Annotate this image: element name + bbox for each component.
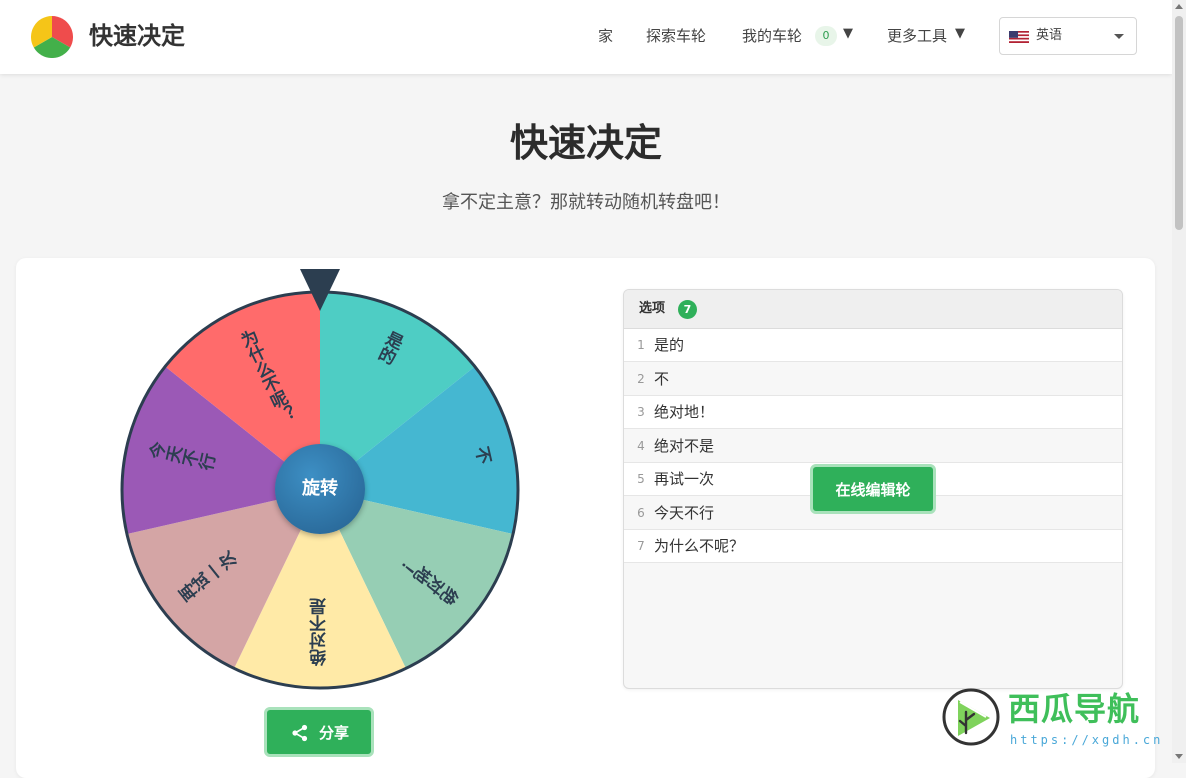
page-subtitle: 拿不定主意？那就转动随机转盘吧！ [442,192,730,213]
option-row[interactable]: 1 是的 [624,329,1122,362]
wheel-segment-label: 绝对不是 [310,597,331,667]
edit-wheel-online-button[interactable]: 在线编辑轮 [810,464,936,514]
option-text: 绝对不是 [654,436,715,455]
spin-button[interactable]: 旋转 [275,444,365,534]
option-text: 是的 [654,336,685,354]
options-header: 选项 7 [624,290,1122,329]
nav-home[interactable]: 家 [598,25,613,47]
nav-more-tools[interactable]: 更多工具 [887,25,947,47]
share-icon [292,724,308,742]
option-number: 2 [637,371,645,386]
scroll-down-arrow-icon[interactable] [1175,754,1183,759]
page-title: 快速决定 [509,121,662,165]
option-row[interactable]: 3 绝对地！ [624,396,1122,429]
scroll-up-arrow-icon[interactable] [1175,4,1183,9]
chevron-down-icon [1114,34,1124,39]
us-flag-icon [1009,31,1029,43]
option-text: 为什么不呢？ [654,537,745,555]
option-text: 不 [654,369,670,388]
logo-pie-icon[interactable] [31,16,73,58]
nav-explore-wheels[interactable]: 探索车轮 [646,25,706,47]
options-count-badge: 7 [678,300,697,319]
watermark-title: 西瓜导航 [1008,690,1141,728]
language-select[interactable]: 英语 [999,17,1137,55]
share-button[interactable]: 分享 [264,707,374,757]
option-number: 7 [637,539,645,553]
option-number: 3 [637,405,645,419]
my-wheels-caret-icon[interactable]: ▼ [843,26,853,41]
watermelon-logo-icon [942,688,1000,746]
more-tools-caret-icon[interactable]: ▼ [955,26,965,41]
watermark: 西瓜导航 https://xgdh.cn [940,685,1172,755]
language-label: 英语 [1036,28,1063,43]
share-label: 分享 [319,724,350,742]
options-title: 选项 [639,301,666,316]
option-text: 再试一次 [654,470,715,488]
watermark-url: https://xgdh.cn [1010,733,1164,747]
option-number: 5 [637,472,645,486]
scroll-thumb[interactable] [1175,16,1183,230]
my-wheels-count-badge: 0 [815,26,837,46]
option-row[interactable]: 7 为什么不呢？ [624,530,1122,563]
top-header: 快速决定 家 探索车轮 我的车轮 0 ▼ 更多工具 ▼ 英语 [0,0,1172,74]
option-row[interactable]: 4 绝对不是 [624,429,1122,463]
option-text: 今天不行 [654,503,715,522]
brand-name[interactable]: 快速决定 [89,20,185,52]
option-text: 绝对地！ [654,403,715,421]
nav-my-wheels[interactable]: 我的车轮 [742,25,802,47]
option-number: 6 [637,505,645,520]
option-number: 1 [637,338,645,352]
option-row[interactable]: 2不 [624,362,1122,396]
page-scrollbar[interactable] [1172,0,1186,763]
option-number: 4 [637,438,645,453]
